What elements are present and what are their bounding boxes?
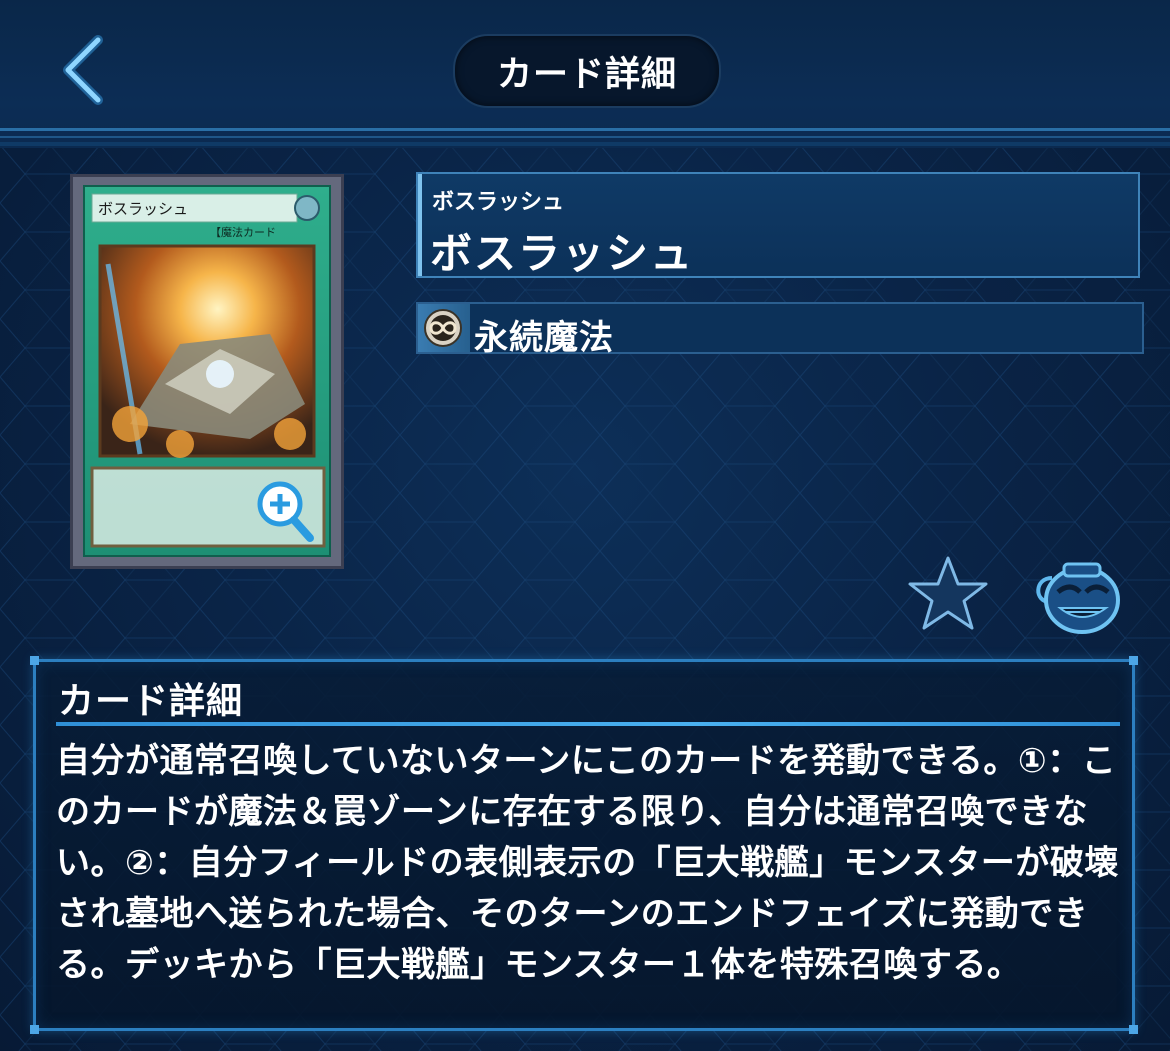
pot-of-greed-icon	[1036, 562, 1120, 634]
card-type-box: 永続魔法	[416, 302, 1144, 358]
card-art-name: ボスラッシュ	[98, 200, 188, 218]
continuous-spell-icon	[424, 309, 462, 347]
top-bar: カード詳細	[0, 0, 1170, 148]
card-name-box: ボスラッシュ ボスラッシュ	[416, 172, 1140, 278]
pot-button[interactable]	[1030, 552, 1126, 636]
header-divider	[0, 136, 1170, 138]
panel-corner	[1129, 1025, 1138, 1034]
panel-corner	[1129, 656, 1138, 665]
back-button[interactable]	[48, 30, 120, 110]
card-effect-text: 自分が通常召喚していないターンにこのカードを発動できる。①：このカードが魔法＆罠…	[56, 741, 1119, 985]
header-divider	[0, 142, 1170, 146]
card-detail-panel: カード詳細 自分が通常召喚していないターンにこのカードを発動できる。①：このカー…	[30, 656, 1138, 1034]
header-divider	[0, 128, 1170, 131]
panel-corner	[30, 656, 39, 665]
card-type-label: 永続魔法	[474, 318, 614, 358]
card-name-reading: ボスラッシュ	[432, 190, 565, 215]
detail-heading: カード詳細	[58, 681, 244, 722]
card-image[interactable]: ボスラッシュ 【魔法カード	[70, 174, 344, 569]
chevron-left-icon	[63, 35, 103, 105]
card-name: ボスラッシュ	[430, 229, 695, 278]
card-art-type: 【魔法カード	[210, 225, 276, 239]
favorite-button[interactable]	[906, 554, 990, 632]
card-illustration: ボスラッシュ 【魔法カード	[70, 174, 344, 569]
detail-heading-underline	[56, 722, 1120, 726]
page-title: カード詳細	[453, 34, 721, 108]
panel-corner	[30, 1025, 39, 1034]
star-icon	[908, 556, 988, 630]
